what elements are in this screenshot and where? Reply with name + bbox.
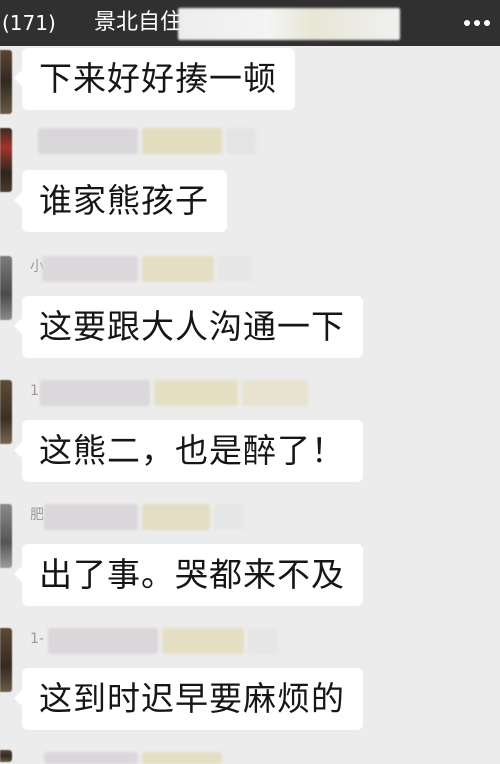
message-row: 下来好好揍一顿 xyxy=(0,46,500,120)
message-row: 肥 出了事。哭都来不及 xyxy=(0,500,500,620)
sender-avatar[interactable] xyxy=(0,504,12,568)
message-row: 谁家熊孩子 xyxy=(0,124,500,244)
sender-name xyxy=(30,126,280,156)
sender-name-redaction xyxy=(154,380,238,406)
sender-name-redaction xyxy=(44,504,138,530)
message-row: 1 这熊二，也是醉了！ xyxy=(0,376,500,496)
chat-header: (171) 景北自住 xyxy=(0,0,500,46)
sender-name-redaction xyxy=(142,256,214,282)
message-bubble[interactable]: 下来好好揍一顿 xyxy=(14,48,295,110)
sender-avatar[interactable] xyxy=(0,628,12,692)
chat-title: 景北自住 xyxy=(94,10,183,35)
message-bubble[interactable]: 这到时迟早要麻烦的 xyxy=(14,668,363,730)
sender-name: 小 xyxy=(30,254,280,284)
sender-name-redaction xyxy=(218,256,252,282)
message-bubble[interactable]: 出了事。哭都来不及 xyxy=(14,544,363,606)
message-bubble[interactable]: 这熊二，也是醉了！ xyxy=(14,420,363,482)
message-row: 小 这要跟大人沟通一下 xyxy=(0,252,500,372)
sender-initial: 肥 xyxy=(30,507,44,523)
sender-avatar[interactable] xyxy=(0,750,12,762)
sender-name-redaction xyxy=(44,752,138,764)
sender-avatar[interactable] xyxy=(0,256,12,320)
message-row-partial xyxy=(0,748,500,764)
sender-name-redaction xyxy=(38,128,138,154)
message-list[interactable]: 下来好好揍一顿 谁家熊孩子 小 这要跟大人沟通一下 1 这熊二，也是醉了！ 肥 … xyxy=(0,46,500,764)
sender-name-redaction xyxy=(142,752,222,764)
sender-initial: 1- xyxy=(30,631,44,647)
sender-name: 1- xyxy=(30,626,290,656)
sender-name-redaction xyxy=(242,380,308,406)
message-bubble[interactable]: 这要跟大人沟通一下 xyxy=(14,296,363,358)
more-dots-icon[interactable] xyxy=(464,13,490,33)
message-row: 1- 这到时迟早要麻烦的 xyxy=(0,624,500,744)
sender-avatar[interactable] xyxy=(0,128,12,192)
sender-name: 1 xyxy=(30,378,320,408)
sender-name-redaction xyxy=(214,504,244,530)
sender-name: 肥 xyxy=(30,502,280,532)
sender-name-redaction xyxy=(42,256,138,282)
sender-initial: 1 xyxy=(30,383,39,399)
sender-avatar[interactable] xyxy=(0,50,12,114)
title-redaction xyxy=(178,8,400,40)
sender-name-redaction xyxy=(142,128,222,154)
sender-name xyxy=(30,750,250,764)
sender-name-redaction xyxy=(142,504,210,530)
sender-name-redaction xyxy=(226,128,256,154)
message-bubble[interactable]: 谁家熊孩子 xyxy=(14,170,227,232)
sender-name-redaction xyxy=(162,628,244,654)
sender-name-redaction xyxy=(248,628,278,654)
unread-count-back-button[interactable]: (171) xyxy=(2,10,56,36)
sender-name-redaction xyxy=(40,380,150,406)
sender-name-redaction xyxy=(48,628,158,654)
sender-avatar[interactable] xyxy=(0,380,12,444)
